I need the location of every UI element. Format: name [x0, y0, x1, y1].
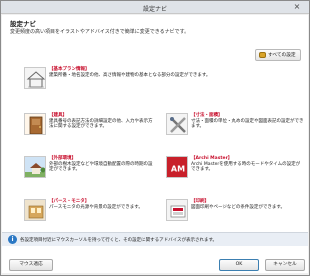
exterior-icon [24, 156, 46, 178]
card-dimensions[interactable]: 【寸法・面積】 寸法・面積の単位・丸めの設定や図面表記の設定ができます。 [166, 113, 304, 135]
card-desc: Archi Masterを使用する時のモードやタイムの設定ができます。 [191, 161, 301, 173]
door-icon [24, 113, 46, 135]
settings-navi-window: 設定ナビ × 設定ナビ 変更頻度の高い項目をイラストやアドバイス付きで簡単に変更… [0, 0, 310, 276]
page-subtitle: 変更頻度の高い項目をイラストやアドバイス付きで簡単に変更できるナビです。 [10, 29, 190, 35]
advice-text: 各設定項目付近にマウスカーソルを持って行くと、その設定に関するアドバイスが表示さ… [20, 237, 218, 243]
card-desc: 図面印刷やページなどの条件設定ができます。 [191, 204, 285, 210]
card-exterior[interactable]: 【外部環境】 外部の樹木設定などや環境自動配置の際の時期の設定ができます。 [24, 156, 154, 178]
page-title: 設定ナビ [10, 20, 36, 28]
title-bar: 設定ナビ × [1, 1, 309, 14]
card-desc: 寸法・面積の単位・丸めの設定や図面表記の設定ができます。 [191, 118, 304, 130]
window-title: 設定ナビ [142, 6, 167, 13]
card-desc: 建具番号の表記方法の詳細設定の他、入力や表示方法に関する設定ができます。 [49, 118, 153, 130]
card-desc: パースモニタの光源や背景の設定ができます。 [49, 204, 143, 210]
card-perspective[interactable]: 【パース・モニタ】 パースモニタの光源や背景の設定ができます。 [24, 199, 154, 221]
mouse-adapt-button[interactable]: マウス適応 [9, 259, 53, 271]
settings-box-icon [259, 52, 266, 58]
card-basic-plan[interactable]: 【基本プラン情報】 建築所番・地名設定の他、高さ情報や建物の基本となる部分の設定… [24, 67, 254, 89]
house-outline-icon [24, 67, 46, 89]
card-print[interactable]: 【印刷】 図面印刷やページなどの条件設定ができます。 [166, 199, 304, 221]
card-archi-master[interactable]: AM 【Archi Master】 Archi Masterを使用する時のモード… [166, 156, 304, 178]
am-logo-icon: AM [166, 156, 188, 178]
ok-button[interactable]: OK [219, 259, 259, 271]
card-desc: 外部の樹木設定などや環境自動配置の際の時期の設定ができます。 [49, 161, 153, 173]
perspective-icon [24, 199, 46, 221]
svg-text:AM: AM [171, 165, 185, 174]
cancel-button[interactable]: キャンセル [265, 259, 305, 271]
all-settings-label: すべての設定 [268, 53, 296, 58]
close-icon[interactable]: × [290, 2, 304, 12]
ruler-tools-icon [166, 113, 188, 135]
info-icon: i [8, 235, 17, 244]
advice-status-bar: i 各設定項目付近にマウスカーソルを持って行くと、その設定に関するアドバイスが表… [2, 232, 308, 246]
card-desc: 建築所番・地名設定の他、高さ情報や建物の基本となる部分の設定ができます。 [49, 72, 211, 78]
all-settings-button[interactable]: すべての設定 [255, 49, 301, 61]
card-fittings[interactable]: 【建具】 建具番号の表記方法の詳細設定の他、入力や表示方法に関する設定ができます… [24, 113, 154, 135]
printer-icon [166, 199, 188, 221]
